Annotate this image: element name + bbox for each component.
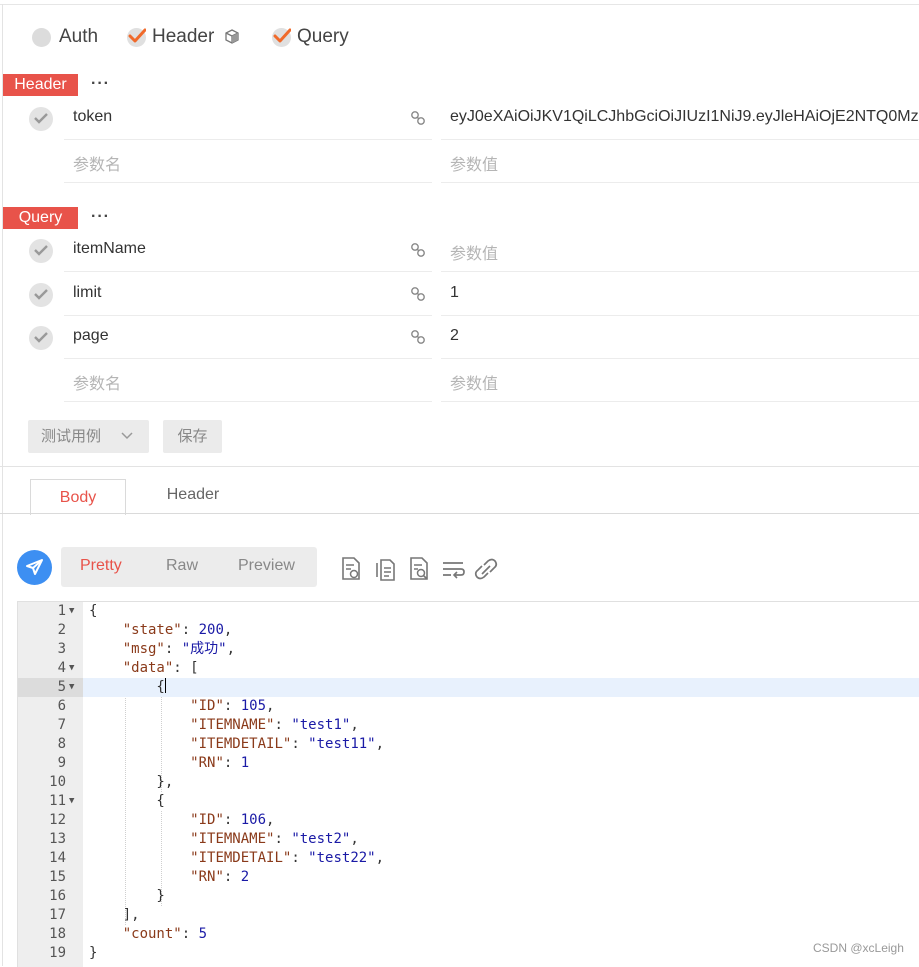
header-param-row: token eyJ0eXAiOiJKV1QiLCJhbGciOiJIUzI1Ni… bbox=[0, 97, 919, 140]
tab-underline bbox=[0, 513, 919, 514]
param-value-field[interactable]: 参数值 bbox=[441, 140, 919, 183]
top-border bbox=[0, 4, 919, 5]
section-divider bbox=[0, 466, 919, 467]
send-icon bbox=[26, 559, 43, 575]
row-check-icon[interactable] bbox=[29, 283, 53, 307]
code-line: 2 "state": 200, bbox=[57, 622, 233, 638]
code-line: 17 ], bbox=[49, 907, 140, 923]
fold-arrow-icon: ▼ bbox=[69, 663, 75, 673]
param-key-field[interactable]: 参数名 bbox=[64, 140, 432, 183]
wrap-icon[interactable] bbox=[441, 556, 465, 582]
query-more-button[interactable]: ··· bbox=[91, 208, 110, 226]
auth-radio-icon bbox=[32, 27, 51, 47]
code-line: 18 "count": 5 bbox=[49, 926, 208, 942]
code-line: 16 } bbox=[49, 888, 165, 904]
response-code-editor[interactable]: 1 ▼{ 2 "state": 200, 3 "msg": "成功", 4 ▼ "d… bbox=[17, 601, 919, 967]
row-check-icon[interactable] bbox=[29, 326, 53, 350]
link-icon[interactable] bbox=[410, 286, 426, 302]
code-line: 10 }, bbox=[49, 774, 174, 790]
chevron-down-icon bbox=[121, 432, 133, 440]
link-icon[interactable] bbox=[474, 556, 498, 582]
test-case-dropdown[interactable]: 测试用例 bbox=[28, 420, 149, 453]
header-toggle[interactable]: Header bbox=[127, 24, 240, 50]
param-value-field[interactable]: 参数值 bbox=[441, 359, 919, 402]
link-icon[interactable] bbox=[410, 242, 426, 258]
view-raw[interactable]: Raw bbox=[166, 557, 198, 575]
send-button[interactable] bbox=[17, 550, 52, 585]
code-line: 6 "ID": 105, bbox=[57, 698, 275, 714]
code-line: 15 "RN": 2 bbox=[49, 869, 250, 885]
test-case-label: 测试用例 bbox=[41, 428, 102, 445]
code-line: 8 "ITEMDETAIL": "test11", bbox=[57, 736, 385, 752]
view-pretty[interactable]: Pretty bbox=[80, 557, 122, 575]
copy-icon[interactable] bbox=[374, 556, 396, 582]
param-key-field[interactable]: 参数名 bbox=[64, 359, 432, 402]
doc-refresh-icon[interactable] bbox=[340, 556, 362, 582]
header-check-icon bbox=[127, 27, 146, 47]
code-line: 11 ▼ { bbox=[49, 793, 165, 809]
tab-header[interactable]: Header bbox=[148, 479, 238, 514]
auth-toggle[interactable]: Auth bbox=[32, 24, 98, 50]
query-label: Query bbox=[297, 26, 349, 47]
header-label: Header bbox=[152, 26, 215, 47]
code-line-active: 5 ▼ { bbox=[18, 678, 919, 697]
code-line: 19} bbox=[49, 945, 98, 961]
code-line: 4 ▼ "data": [ bbox=[57, 660, 199, 676]
code-line: 9 "RN": 1 bbox=[57, 755, 250, 771]
param-key-field[interactable]: page bbox=[64, 316, 432, 359]
param-value-field[interactable]: 2 bbox=[441, 316, 919, 359]
fold-arrow-icon: ▼ bbox=[69, 606, 75, 616]
query-toggle[interactable]: Query bbox=[272, 24, 349, 50]
cube-icon[interactable] bbox=[224, 29, 240, 45]
query-param-row: limit 1 bbox=[0, 273, 919, 316]
row-check-icon[interactable] bbox=[29, 107, 53, 131]
query-param-row: itemName 参数值 bbox=[0, 229, 919, 272]
header-section-label: Header bbox=[3, 74, 78, 96]
param-value-field[interactable]: eyJ0eXAiOiJKV1QiLCJhbGciOiJIUzI1NiJ9.eyJ… bbox=[441, 97, 919, 140]
link-icon[interactable] bbox=[410, 110, 426, 126]
code-line: 13 "ITEMNAME": "test2", bbox=[49, 831, 359, 847]
doc-search-icon[interactable] bbox=[408, 556, 430, 582]
row-check-icon[interactable] bbox=[29, 239, 53, 263]
tab-body[interactable]: Body bbox=[30, 479, 126, 515]
text-cursor bbox=[164, 678, 166, 693]
query-param-row: page 2 bbox=[0, 316, 919, 359]
param-key-field[interactable]: token bbox=[64, 97, 432, 140]
code-line: 14 "ITEMDETAIL": "test22", bbox=[49, 850, 385, 866]
code-line: 3 "msg": "成功", bbox=[57, 641, 236, 657]
query-section-label: Query bbox=[3, 207, 78, 229]
query-check-icon bbox=[272, 27, 291, 47]
code-line: 7 "ITEMNAME": "test1", bbox=[57, 717, 359, 733]
link-icon[interactable] bbox=[410, 329, 426, 345]
param-key-field[interactable]: itemName bbox=[64, 229, 432, 272]
query-param-row-empty: 参数名 参数值 bbox=[0, 359, 919, 402]
header-param-row-empty: 参数名 参数值 bbox=[0, 140, 919, 183]
save-button[interactable]: 保存 bbox=[163, 420, 222, 453]
fold-arrow-icon: ▼ bbox=[69, 682, 75, 692]
view-preview[interactable]: Preview bbox=[238, 557, 295, 575]
param-key-field[interactable]: limit bbox=[64, 273, 432, 316]
header-more-button[interactable]: ··· bbox=[91, 75, 110, 93]
fold-arrow-icon: ▼ bbox=[69, 796, 75, 806]
view-mode-switch: Pretty Raw Preview bbox=[61, 547, 317, 587]
watermark: CSDN @xcLeigh bbox=[813, 941, 904, 955]
param-value-field[interactable]: 参数值 bbox=[441, 229, 919, 272]
auth-label: Auth bbox=[59, 26, 99, 47]
code-line: 1 ▼{ bbox=[57, 603, 98, 619]
param-value-field[interactable]: 1 bbox=[441, 273, 919, 316]
code-line: 12 "ID": 106, bbox=[49, 812, 275, 828]
